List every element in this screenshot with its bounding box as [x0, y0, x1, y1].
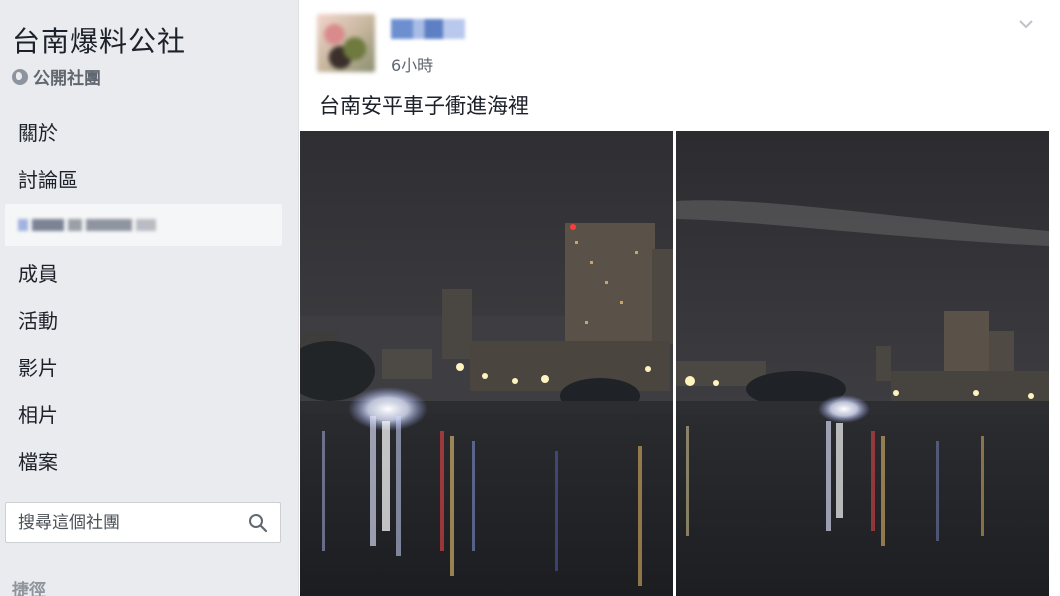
- nav-item-photos[interactable]: 相片: [0, 390, 296, 437]
- nav-item-members[interactable]: 成員: [0, 249, 296, 296]
- nav-item-events[interactable]: 活動: [0, 296, 296, 343]
- post-card: 6小時 台南安平車子衝進海裡: [298, 0, 1060, 596]
- night-harbor-photo: [300, 131, 673, 596]
- group-search-input[interactable]: [18, 512, 238, 533]
- group-title[interactable]: 台南爆料公社: [12, 20, 186, 60]
- blurred-label: [18, 219, 156, 231]
- author-name-blurred[interactable]: [391, 19, 465, 39]
- nav-item-label: 影片: [18, 356, 58, 380]
- nav-item-label: 活動: [18, 309, 58, 333]
- post-timestamp[interactable]: 6小時: [391, 52, 433, 76]
- group-search-box: [5, 502, 281, 543]
- nav-item-label: 檔案: [18, 450, 58, 474]
- globe-icon: [12, 68, 28, 85]
- nav-item-label: 關於: [18, 121, 58, 145]
- night-harbor-photo: [676, 131, 1049, 596]
- nav-item-label: 成員: [18, 262, 58, 286]
- nav-item-about[interactable]: 關於: [0, 108, 296, 155]
- nav-item-label: 相片: [18, 403, 58, 427]
- nav-item-blurred[interactable]: [5, 204, 282, 246]
- nav-item-discussion[interactable]: 討論區: [0, 155, 296, 202]
- chevron-down-icon[interactable]: [1018, 16, 1034, 32]
- post-text: 台南安平車子衝進海裡: [319, 94, 529, 118]
- shortcuts-heading: 捷徑: [12, 581, 46, 596]
- post-photo-left[interactable]: [300, 131, 673, 596]
- sidebar: 台南爆料公社 公開社團 關於 討論區 成員 活動 影片 相片 檔案 捷徑: [0, 0, 296, 596]
- privacy-text: 公開社團: [33, 69, 101, 89]
- privacy-label: 公開社團: [12, 64, 101, 89]
- nav-item-files[interactable]: 檔案: [0, 437, 296, 484]
- nav-item-videos[interactable]: 影片: [0, 343, 296, 390]
- nav-item-label: 討論區: [18, 168, 78, 192]
- search-icon[interactable]: [248, 513, 268, 533]
- group-nav: 關於 討論區 成員 活動 影片 相片 檔案: [0, 108, 296, 484]
- avatar[interactable]: [317, 14, 375, 72]
- post-photo-right[interactable]: [676, 131, 1049, 596]
